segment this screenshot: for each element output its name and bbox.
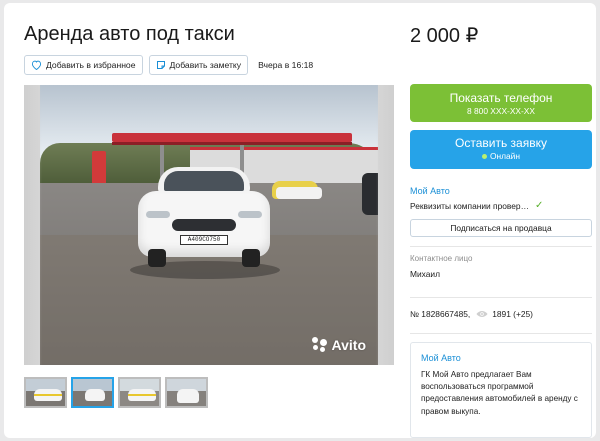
contact-person-name: Михаил <box>410 269 440 279</box>
show-phone-label: Показать телефон <box>449 91 553 105</box>
listing-meta: № 1828667485, 1891 (+25) <box>410 309 592 319</box>
phone-masked: 8 800 XXX-XX-XX <box>467 106 535 116</box>
leave-request-label: Оставить заявку <box>455 136 547 150</box>
promo-heading-link[interactable]: Мой Авто <box>421 353 581 363</box>
avito-watermark-text: Avito <box>331 337 366 353</box>
listing-id: № 1828667485, <box>410 309 471 319</box>
check-icon: ✓ <box>534 200 544 211</box>
seller-name-link[interactable]: Мой Авто <box>410 186 592 196</box>
listing-title: Аренда авто под такси <box>24 23 235 45</box>
divider <box>410 246 592 247</box>
subscribe-button[interactable]: Подписаться на продавца <box>410 219 592 237</box>
listing-date: Вчера в 16:18 <box>258 60 314 70</box>
thumbnail[interactable] <box>165 377 208 408</box>
thumbnail[interactable] <box>24 377 67 408</box>
contact-person-label: Контактное лицо <box>410 254 473 263</box>
note-icon <box>156 61 165 69</box>
listing-price: 2 000 ₽ <box>410 25 479 47</box>
thumbnail-active[interactable] <box>71 377 114 408</box>
listing-toolbar: Добавить в избранное Добавить заметку Вч… <box>24 55 313 75</box>
divider <box>410 333 592 334</box>
subscribe-label: Подписаться на продавца <box>450 223 552 233</box>
seller-verification: Реквизиты компании провер… ✓ <box>410 200 592 211</box>
car-image: А409СО750 <box>138 167 270 271</box>
license-plate: А409СО750 <box>180 235 228 245</box>
avito-watermark: Avito <box>311 337 366 353</box>
show-phone-button[interactable]: Показать телефон 8 800 XXX-XX-XX <box>410 84 592 122</box>
photo-scene: А409СО750 Avito <box>40 85 378 365</box>
verification-text: Реквизиты компании провер… <box>410 200 529 211</box>
view-count: 1891 (+25) <box>492 309 533 319</box>
thumbnail-strip <box>24 377 208 408</box>
eye-icon <box>476 311 488 317</box>
divider <box>410 297 592 298</box>
main-photo[interactable]: А409СО750 Avito <box>24 85 394 365</box>
contact-panel: Показать телефон 8 800 XXX-XX-XX Оставит… <box>410 84 592 334</box>
add-to-favorites-button[interactable]: Добавить в избранное <box>24 55 143 75</box>
thumbnail[interactable] <box>118 377 161 408</box>
online-status: Онлайн <box>490 151 520 161</box>
leave-request-button[interactable]: Оставить заявку Онлайн <box>410 130 592 169</box>
seller-promo-block: Мой Авто ГК Мой Авто предлагает Вам восп… <box>410 342 592 438</box>
online-dot-icon <box>482 154 487 160</box>
add-note-button[interactable]: Добавить заметку <box>148 55 249 75</box>
add-note-label: Добавить заметку <box>169 60 242 70</box>
avito-logo-icon <box>311 337 328 353</box>
promo-text: ГК Мой Авто предлагает Вам воспользовать… <box>421 370 578 416</box>
add-to-favorites-label: Добавить в избранное <box>46 60 136 70</box>
listing-card: Аренда авто под такси 2 000 ₽ Добавить в… <box>4 3 596 438</box>
heart-icon <box>31 60 42 70</box>
